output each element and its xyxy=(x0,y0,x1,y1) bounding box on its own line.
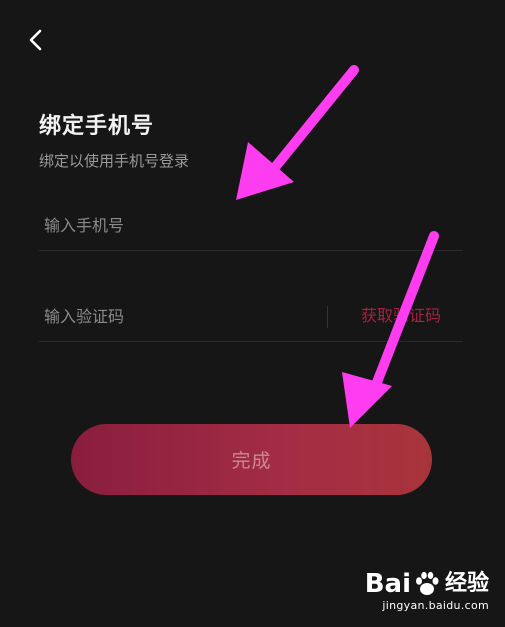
watermark-url: jingyan.baidu.com xyxy=(382,599,489,612)
back-button[interactable] xyxy=(22,26,50,54)
page-subtitle: 绑定以使用手机号登录 xyxy=(39,152,190,170)
phone-field-row xyxy=(39,200,463,251)
field-divider xyxy=(327,306,328,328)
arrow-pointing-phone-icon xyxy=(236,65,359,200)
watermark-logo: Bai 经验 xyxy=(365,570,489,598)
verification-code-input[interactable] xyxy=(44,291,314,341)
code-field-row: 获取验证码 xyxy=(39,291,463,342)
watermark-brand-right: 经验 xyxy=(444,571,489,596)
watermark-brand-left: Bai xyxy=(364,569,411,599)
get-code-button[interactable]: 获取验证码 xyxy=(361,291,441,341)
paw-icon xyxy=(415,571,439,595)
submit-button[interactable]: 完成 xyxy=(71,424,432,495)
phone-input[interactable] xyxy=(44,200,444,250)
chevron-left-icon xyxy=(29,29,42,51)
baidu-jingyan-watermark: Bai 经验 jingyan.baidu.com xyxy=(365,570,489,612)
page-title: 绑定手机号 xyxy=(39,114,155,139)
